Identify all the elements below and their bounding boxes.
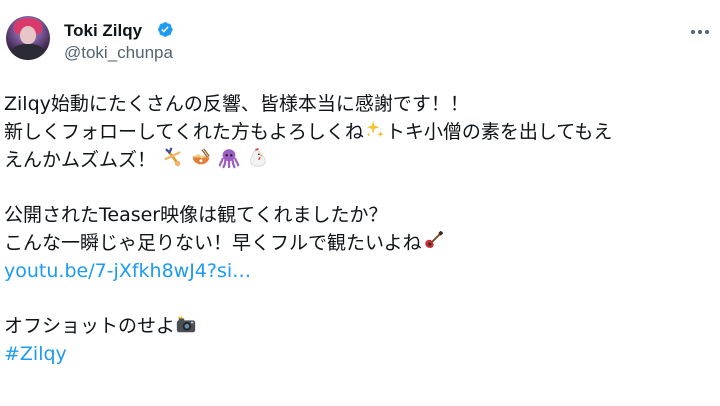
tweet-line-4-text: 公開されたTeaser映像は観てくれましたか？ <box>4 204 388 226</box>
tweet-line-5: こんな一瞬じゃ足りない！早くフルで観たいよね <box>4 229 716 257</box>
hashtag-line: #Zilqy <box>4 340 716 368</box>
tweet-line-3: えんかムズムズ！ <box>4 146 716 174</box>
avatar[interactable] <box>6 16 50 60</box>
verified-badge-icon <box>158 22 173 37</box>
camera-with-flash-icon <box>176 315 196 333</box>
tweet-line-5-text: こんな一瞬じゃ足りない！早くフルで観たいよね <box>4 232 422 254</box>
more-dot <box>698 30 702 34</box>
tweet-line-6-text: オフショットのせよ <box>4 315 176 337</box>
tweet-line-2b-text: トキ小僧の素を出してもえ <box>385 121 613 143</box>
tweet-header: Toki Zilqy @toki_chunpa <box>0 12 720 62</box>
tweet-card: Toki Zilqy @toki_chunpa Zilqy始動にたくさんの反響、… <box>0 0 720 406</box>
tweet-line-1: Zilqy始動にたくさんの反響、皆様本当に感謝です！！ <box>4 90 716 118</box>
tweet-line-2: 新しくフォローしてくれた方もよろしくね トキ小僧の素を出してもえ <box>4 118 716 146</box>
tweet-link-line: youtu.be/7-jXfkh8wJ4?si… <box>4 257 716 285</box>
hashtag-link[interactable]: #Zilqy <box>4 343 67 365</box>
avatar-face <box>20 26 36 44</box>
avatar-body <box>12 44 44 60</box>
tweet-line-1-text: Zilqy始動にたくさんの反響、皆様本当に感謝です！！ <box>4 93 469 115</box>
more-options-icon[interactable] <box>686 18 714 46</box>
tweet-line-4: 公開されたTeaser映像は観てくれましたか？ <box>4 201 716 229</box>
user-handle[interactable]: @toki_chunpa <box>64 43 173 63</box>
guitar-icon <box>424 230 443 249</box>
rooster-icon <box>250 148 266 167</box>
tweet-line-2a-text: 新しくフォローしてくれた方もよろしくね <box>4 121 364 143</box>
sparkles-icon <box>366 120 384 138</box>
display-name[interactable]: Toki Zilqy <box>64 21 142 41</box>
tweet-text: Zilqy始動にたくさんの反響、皆様本当に感謝です！！ 新しくフォローしてくれた… <box>4 90 716 368</box>
tweet-line-3-text: えんかムズムズ！ <box>4 149 157 171</box>
more-dot <box>705 30 709 34</box>
tweet-link[interactable]: youtu.be/7-jXfkh8wJ4?si… <box>4 260 251 282</box>
more-dot <box>691 30 695 34</box>
octopus-icon <box>218 149 240 169</box>
cartwheel-icon <box>164 147 181 167</box>
ramen-icon <box>192 148 210 165</box>
tweet-line-6: オフショットのせよ <box>4 312 716 340</box>
